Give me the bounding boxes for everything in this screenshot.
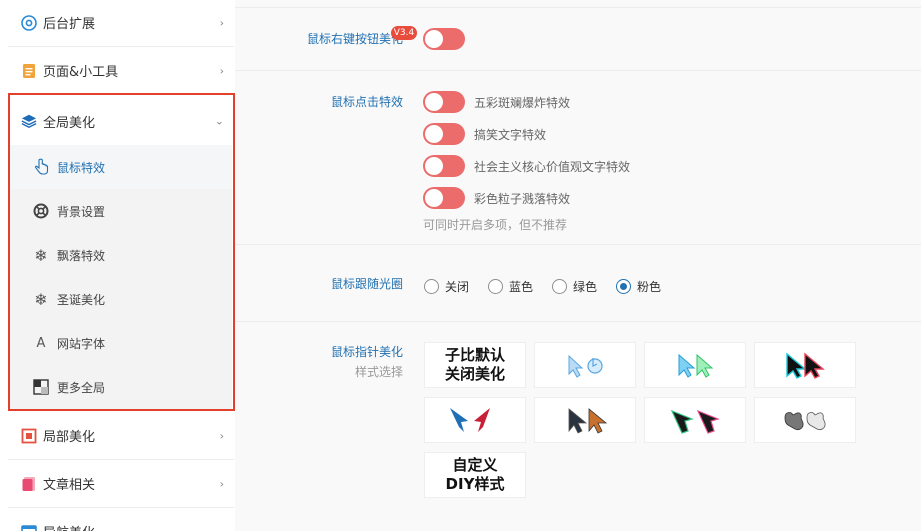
toggle-label: 搞笑文字特效 [474, 128, 547, 142]
pointer-option-dark-orange[interactable] [534, 397, 636, 443]
subitem-label: 飘落特效 [57, 248, 106, 263]
setting-row-right-click: 鼠标右键按钮美化 V3.4 [235, 8, 921, 71]
sidebar-item-label: 后台扩展 [43, 17, 96, 32]
sidebar-item-pages-widgets[interactable]: 页面&小工具 › [8, 47, 234, 95]
version-badge: V3.4 [391, 26, 417, 40]
cursor-preview-icon [786, 352, 825, 379]
cursor-preview-icon [670, 409, 720, 434]
setting-label: 鼠标右键按钮美化 [306, 32, 403, 46]
toggle-label: 彩色粒子溅落特效 [474, 192, 571, 206]
sidebar: 后台扩展 › 页面&小工具 › 全局美化 ⌄ 鼠标特效 背景设置 ❄ 飘落特效 … [0, 0, 235, 531]
radio-button[interactable] [488, 279, 503, 294]
pointer-option-dark-glow[interactable] [754, 342, 856, 388]
sidebar-item-backend-extension[interactable]: 后台扩展 › [8, 0, 234, 47]
frame-icon [21, 428, 37, 444]
font-icon: A [36, 335, 46, 351]
radio-label: 绿色 [573, 280, 598, 294]
radio-button[interactable] [616, 279, 631, 294]
sidebar-item-label: 全局美化 [43, 115, 96, 131]
toggle-label: 五彩斑斓爆炸特效 [474, 96, 571, 110]
sidebar-item-global-beautify[interactable]: 全局美化 ⌄ [8, 97, 234, 145]
chevron-right-icon: › [219, 64, 224, 77]
cursor-preview-icon [450, 408, 490, 432]
pointer-option-light-blue[interactable] [534, 342, 636, 388]
setting-sublabel: 样式选择 [354, 365, 403, 379]
nav-icon [21, 524, 37, 531]
cursor-preview-icon [678, 353, 714, 378]
chevron-down-icon: ⌄ [214, 114, 224, 128]
sidebar-item-label: 文章相关 [43, 478, 96, 493]
subitem-mouse-effects[interactable]: 鼠标特效 [10, 145, 232, 189]
cursor-preview-icon [568, 408, 608, 434]
core-values-text-toggle[interactable] [423, 155, 465, 177]
grid-icon [32, 378, 50, 396]
subitem-christmas-beautify[interactable]: ❄ 圣诞美化 [10, 277, 232, 321]
settings-panel: 鼠标右键按钮美化 V3.4 鼠标点击特效 五彩斑斓爆炸特效 搞笑文字特效 社会主… [235, 0, 921, 531]
cursor-preview-icon [784, 412, 826, 431]
app-window: 后台扩展 › 页面&小工具 › 全局美化 ⌄ 鼠标特效 背景设置 ❄ 飘落特效 … [0, 0, 921, 531]
layers-icon [21, 113, 37, 129]
subitem-falling-effects[interactable]: ❄ 飘落特效 [10, 233, 232, 277]
pointer-hand-icon [32, 158, 50, 176]
pointer-option-green-pink[interactable] [644, 397, 746, 443]
subitem-label: 圣诞美化 [57, 292, 106, 307]
pointer-option-blue-red[interactable] [424, 397, 526, 443]
top-divider [235, 0, 921, 8]
radio-pink[interactable]: 粉色 [616, 278, 661, 295]
gear-icon [21, 14, 37, 31]
colored-particles-toggle[interactable] [423, 187, 465, 209]
radio-label: 粉色 [637, 280, 662, 294]
subitem-more-global[interactable]: 更多全局 [10, 365, 232, 409]
toggle-label: 社会主义核心价值观文字特效 [474, 160, 631, 174]
hint-text: 可同时开启多项，但不推荐 [423, 218, 568, 232]
sidebar-item-label: 局部美化 [43, 430, 96, 445]
radio-label: 关闭 [445, 280, 470, 294]
lifebuoy-icon [32, 202, 50, 220]
radio-green[interactable]: 绿色 [552, 278, 597, 295]
page-icon [21, 63, 37, 79]
sidebar-item-nav-beautify[interactable]: 导航美化 [8, 508, 234, 531]
card-text: 子比默认 关闭美化 [444, 346, 505, 383]
sidebar-item-label: 导航美化 [43, 522, 95, 531]
sidebar-item-label: 页面&小工具 [43, 65, 119, 80]
setting-label: 鼠标跟随光圈 [330, 277, 403, 291]
subitem-label: 背景设置 [57, 204, 106, 219]
snowflake-icon: ❄ [34, 245, 48, 265]
sidebar-item-article-related[interactable]: 文章相关 › [8, 460, 234, 508]
pointer-option-custom-diy[interactable]: 自定义 DIY样式 [424, 452, 526, 498]
setting-label: 鼠标点击特效 [330, 95, 403, 109]
chevron-right-icon: › [219, 429, 224, 442]
radio-label: 蓝色 [509, 280, 534, 294]
subitem-site-fonts[interactable]: A 网站字体 [10, 321, 232, 365]
funny-text-toggle[interactable] [423, 123, 465, 145]
subitem-label: 网站字体 [57, 336, 106, 351]
snowflake-icon: ❄ [34, 289, 48, 309]
chevron-right-icon: › [219, 16, 224, 29]
pointer-option-hand-gray[interactable] [754, 397, 856, 443]
chevron-right-icon: › [219, 477, 224, 490]
document-icon [21, 476, 37, 492]
colorful-explosion-toggle[interactable] [423, 91, 465, 113]
radio-blue[interactable]: 蓝色 [488, 278, 533, 295]
subitem-background-settings[interactable]: 背景设置 [10, 189, 232, 233]
pointer-option-neon[interactable] [644, 342, 746, 388]
card-text: 自定义 DIY样式 [445, 456, 505, 493]
right-click-toggle[interactable] [423, 28, 465, 50]
cursor-preview-icon [568, 354, 603, 378]
setting-row-click-effects: 鼠标点击特效 五彩斑斓爆炸特效 搞笑文字特效 社会主义核心价值观文字特效 彩色粒… [235, 71, 921, 245]
setting-label: 鼠标指针美化 [330, 345, 403, 359]
radio-button[interactable] [552, 279, 567, 294]
subitem-label: 鼠标特效 [57, 160, 106, 175]
radio-off[interactable]: 关闭 [424, 278, 469, 295]
sidebar-item-local-beautify[interactable]: 局部美化 › [8, 412, 234, 460]
pointer-option-default[interactable]: 子比默认 关闭美化 [424, 342, 526, 388]
radio-button[interactable] [424, 279, 439, 294]
subitem-label: 更多全局 [57, 380, 106, 395]
